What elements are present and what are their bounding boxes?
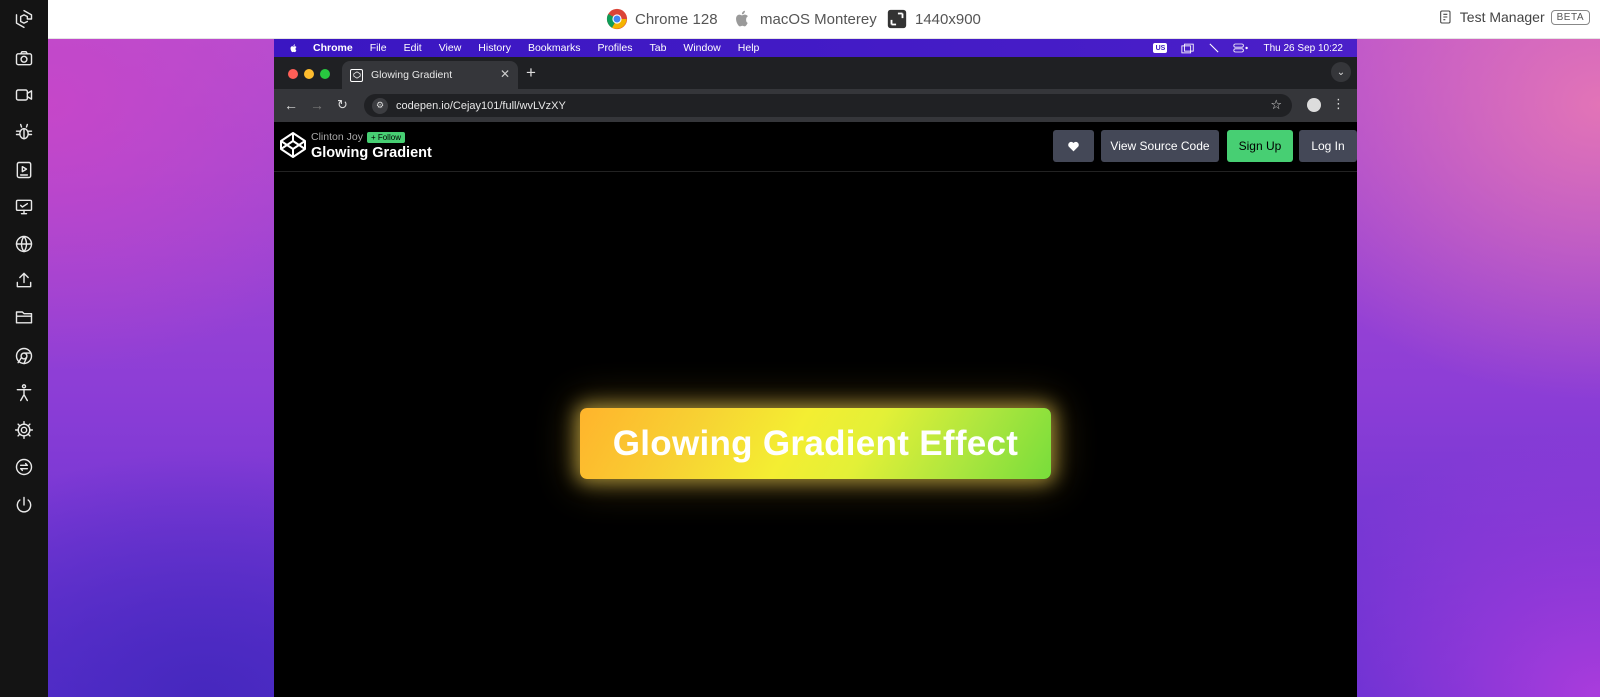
menu-profiles[interactable]: Profiles [597,42,632,54]
bug-icon[interactable] [10,118,38,146]
resolution-value: 1440x900 [915,10,981,28]
media-player-icon[interactable] [10,156,38,184]
forward-arrow-icon[interactable]: → [310,97,324,113]
menu-view[interactable]: View [439,42,462,54]
reload-icon[interactable]: ↻ [337,97,348,113]
gear-icon[interactable] [10,416,38,444]
menu-history[interactable]: History [478,42,511,54]
clipboard-icon [1439,10,1451,24]
pen-icon[interactable] [1209,43,1220,53]
chrome-menu-icon[interactable]: ⋮ [1332,96,1345,112]
back-arrow-icon[interactable]: ← [284,97,298,113]
menu-window[interactable]: Window [683,42,720,54]
chrome-tab-strip: Glowing Gradient ✕ + ⌄ [274,57,1357,89]
menu-tab[interactable]: Tab [649,42,666,54]
menu-file[interactable]: File [370,42,387,54]
chrome-icon[interactable] [10,342,38,370]
codepen-logo-icon[interactable] [278,130,308,160]
camera-icon[interactable] [10,44,38,72]
profile-avatar-icon[interactable] [1307,98,1321,112]
browser-version: Chrome 128 [635,10,718,28]
left-toolbar [0,0,48,697]
bookmark-star-icon[interactable]: ☆ [1270,97,1282,113]
glowing-gradient-button[interactable]: Glowing Gradient Effect [580,408,1051,479]
heart-icon [1068,141,1079,151]
sign-up-button[interactable]: Sign Up [1227,130,1293,162]
menu-datetime[interactable]: Thu 26 Sep 10:22 [1263,43,1343,54]
heart-button[interactable] [1053,130,1094,162]
chrome-toolbar: ← → ↻ ⚙ codepen.io/Cejay101/full/wvLVzXY… [274,89,1357,122]
apple-icon [736,10,748,27]
os-version: macOS Monterey [760,10,877,28]
browser-info: Chrome 128 [606,7,718,31]
accessibility-icon[interactable] [10,379,38,407]
resolution-icon [887,9,907,29]
session-info-bar: Chrome 128 macOS Monterey 1440x900 Test … [48,0,1600,39]
menu-edit[interactable]: Edit [404,42,422,54]
video-icon[interactable] [10,81,38,109]
remote-screen: Chrome File Edit View History Bookmarks … [274,39,1357,697]
site-info-icon[interactable]: ⚙ [372,97,388,114]
switch-device-icon[interactable] [10,453,38,481]
menu-bar-status: US Thu 26 Sep 10:22 [1153,39,1343,57]
beta-badge: BETA [1550,9,1590,25]
minimize-window-button[interactable] [304,69,314,79]
upload-icon[interactable] [10,266,38,294]
menu-bookmarks[interactable]: Bookmarks [528,42,581,54]
power-icon[interactable] [10,491,38,519]
close-tab-icon[interactable]: ✕ [500,67,510,81]
os-info: macOS Monterey [731,7,877,31]
log-in-button[interactable]: Log In [1299,130,1357,162]
menu-help[interactable]: Help [738,42,760,54]
tab-title: Glowing Gradient [371,69,453,81]
address-bar[interactable]: ⚙ codepen.io/Cejay101/full/wvLVzXY ☆ [364,94,1292,117]
codepen-header: Clinton Joy + Follow Glowing Gradient Vi… [274,122,1357,172]
test-manager-button[interactable]: Test Manager BETA [1438,9,1590,25]
control-center-icon[interactable] [1233,43,1249,53]
globe-icon[interactable] [10,230,38,258]
new-tab-icon[interactable]: + [526,63,536,83]
test-manager-label: Test Manager [1459,9,1545,25]
author-name[interactable]: Clinton Joy [311,131,363,143]
monitor-icon[interactable] [10,193,38,221]
pen-author-row: Clinton Joy + Follow [311,131,405,143]
app-logo-icon[interactable] [10,5,38,33]
tab-search-icon[interactable]: ⌄ [1331,62,1351,82]
follow-button[interactable]: + Follow [366,131,405,143]
input-source-icon[interactable]: US [1153,43,1168,53]
zoom-window-button[interactable] [320,69,330,79]
view-source-button[interactable]: View Source Code [1101,130,1219,162]
macos-menu-bar: Chrome File Edit View History Bookmarks … [274,39,1357,57]
folder-icon[interactable] [10,303,38,331]
close-window-button[interactable] [288,69,298,79]
codepen-favicon-icon [350,68,363,82]
url-text: codepen.io/Cejay101/full/wvLVzXY [396,99,566,112]
glowing-button-label: Glowing Gradient Effect [612,423,1019,463]
pen-title: Glowing Gradient [311,145,432,161]
apple-menu-icon[interactable] [288,43,299,54]
window-icon[interactable] [1181,43,1195,54]
resolution-info: 1440x900 [886,7,981,31]
chrome-logo-icon [606,8,628,30]
menu-app-name[interactable]: Chrome [313,42,353,54]
tab-glowing-gradient[interactable]: Glowing Gradient ✕ [342,61,518,89]
